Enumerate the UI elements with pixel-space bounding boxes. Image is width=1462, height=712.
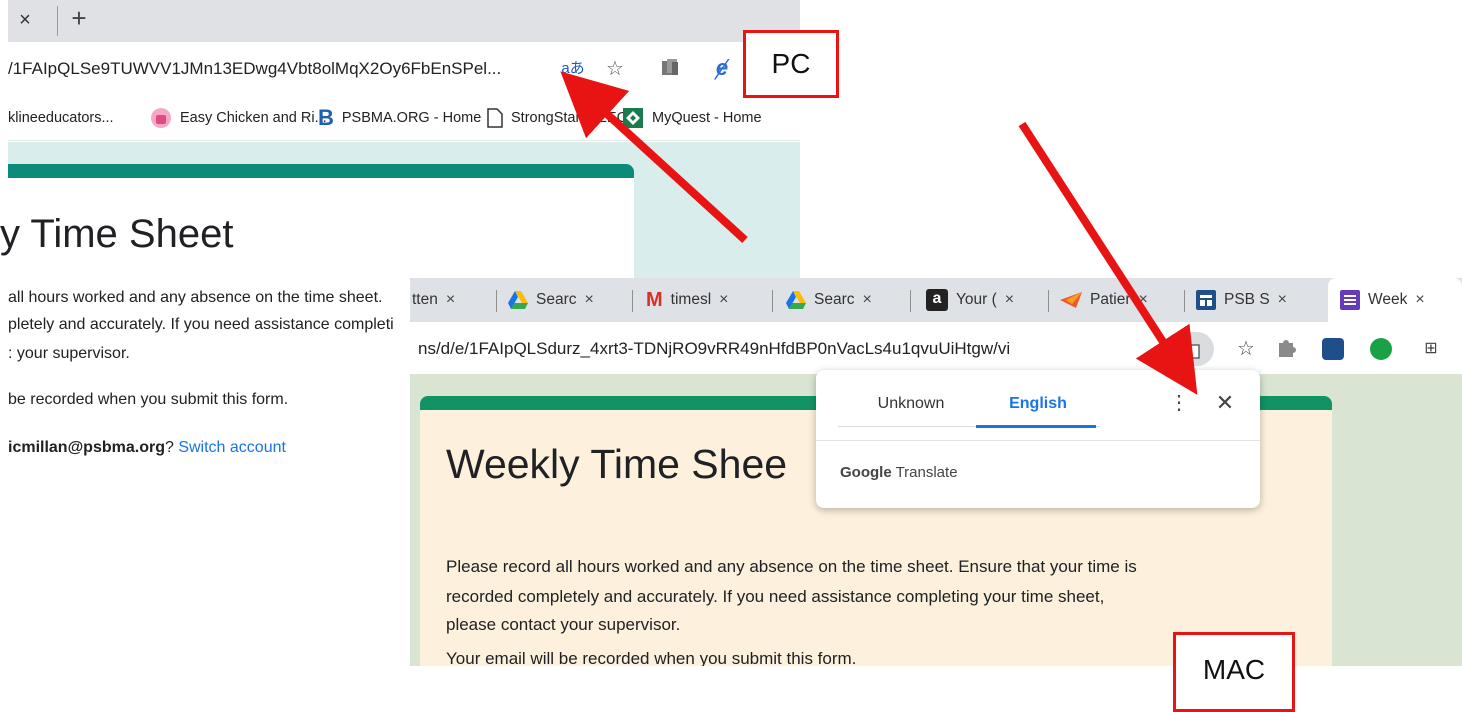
mac-annotation-arrow bbox=[1018, 121, 1198, 395]
pc-annotation-arrow bbox=[560, 71, 748, 243]
pc-label-box: PC bbox=[743, 30, 839, 98]
mac-label-box: MAC bbox=[1173, 632, 1295, 712]
annotation-arrows bbox=[560, 71, 1198, 395]
